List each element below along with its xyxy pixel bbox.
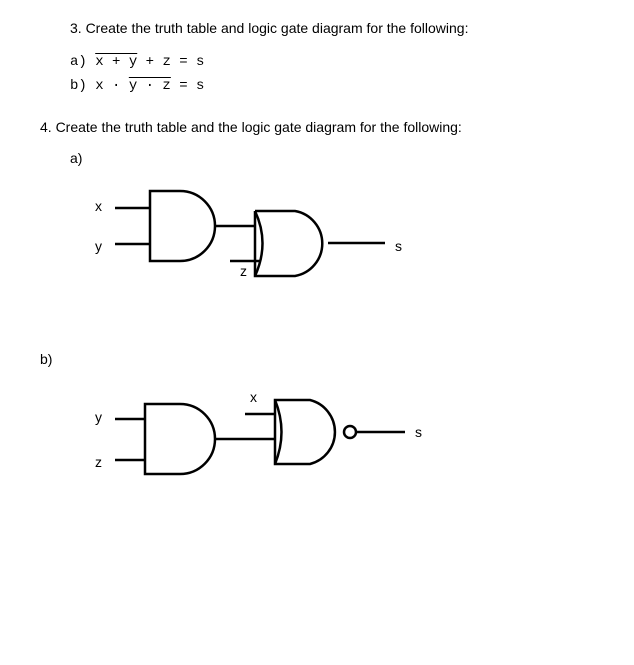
eq-a-prefix: a) xyxy=(70,54,95,70)
part-a-label: a) xyxy=(70,150,604,166)
eq-a-overline: x + y xyxy=(95,51,137,75)
eq-b-part1: x · xyxy=(95,78,129,94)
circuit-b-svg: y z x s xyxy=(80,382,430,502)
label-s: s xyxy=(395,238,402,254)
logic-diagram-b: y z x s xyxy=(80,382,604,502)
eq-b-prefix: b) xyxy=(70,78,95,94)
and-gate-2 xyxy=(255,211,322,276)
and-gate-b1 xyxy=(145,404,215,474)
eq-b-rest: = s xyxy=(171,78,205,94)
label-x-b: x xyxy=(250,389,257,405)
label-y-b: y xyxy=(95,409,102,425)
equations-block: a) x + y + z = s b) x · y · z = s xyxy=(70,51,604,99)
eq-a-rest: + z = s xyxy=(137,54,204,70)
eq-b-overline: y · z xyxy=(129,75,171,99)
part-b-label: b) xyxy=(40,351,604,367)
label-y: y xyxy=(95,238,102,254)
label-s-b: s xyxy=(415,424,422,440)
question-4-header: 4. Create the truth table and the logic … xyxy=(40,119,604,135)
equation-b: b) x · y · z = s xyxy=(70,75,604,99)
logic-diagram-a: x y z s xyxy=(80,181,604,311)
equation-a: a) x + y + z = s xyxy=(70,51,604,75)
circuit-a-svg: x y z s xyxy=(80,181,420,311)
label-z-b: z xyxy=(95,454,102,470)
not-bubble xyxy=(344,426,356,438)
question-3-header: 3. Create the truth table and logic gate… xyxy=(70,20,604,36)
and-gate-b2 xyxy=(275,400,335,464)
label-x: x xyxy=(95,198,102,214)
label-z: z xyxy=(240,263,247,279)
and-gate-1 xyxy=(150,191,215,261)
